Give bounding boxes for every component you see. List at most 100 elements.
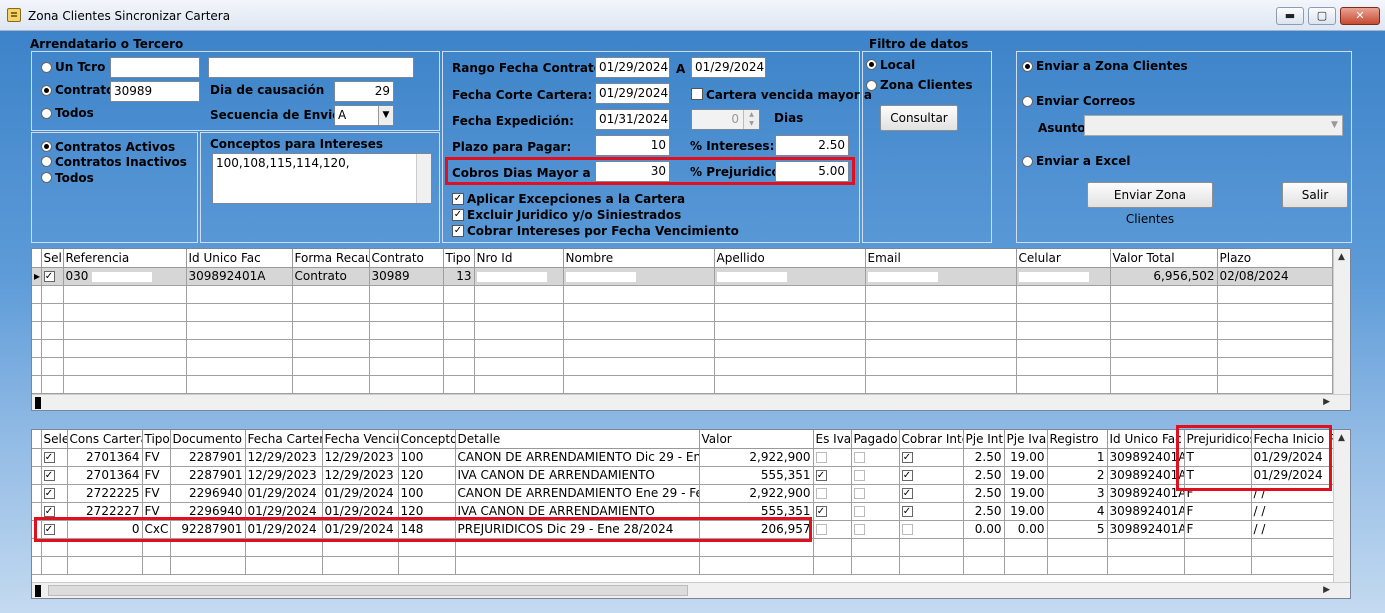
table-cell[interactable]: 555,351 (699, 466, 814, 485)
radio-contrato[interactable] (41, 85, 52, 96)
pag-checkbox[interactable] (853, 452, 865, 463)
table-cell[interactable]: 2296940 (170, 502, 246, 521)
table-cell[interactable]: ✓ (41, 484, 68, 503)
table-cell[interactable] (851, 466, 900, 485)
table-row[interactable] (32, 357, 1333, 376)
grid2-header[interactable]: Es Iva (813, 430, 852, 449)
prejuridico-input[interactable]: 5.00 (775, 161, 849, 182)
table-cell[interactable] (41, 339, 64, 358)
consultar-button[interactable]: Consultar (880, 105, 958, 131)
table-cell[interactable]: 2722225 (67, 484, 143, 503)
table-cell[interactable]: CANON DE ARRENDAMIENTO Dic 29 - Ene (455, 448, 700, 467)
table-cell[interactable] (369, 321, 444, 340)
table-cell[interactable] (292, 321, 370, 340)
radio-zona-clientes-filtro[interactable] (866, 80, 877, 91)
grid2-header[interactable]: Registro (1047, 430, 1108, 449)
table-cell[interactable]: 030 (63, 267, 187, 286)
table-cell[interactable]: 2.50 (963, 448, 1005, 467)
table-cell[interactable] (322, 556, 399, 575)
table-cell[interactable]: CxC (142, 520, 171, 539)
table-cell[interactable] (292, 285, 370, 304)
table-cell[interactable]: 0 (67, 520, 143, 539)
table-row[interactable] (32, 538, 1336, 557)
radio-contratos-activos[interactable] (41, 141, 52, 152)
close-button[interactable]: ✕ (1340, 7, 1380, 25)
table-row[interactable]: ✓ 2722227 FV 2296940 01/29/2024 01/29/2024 120… (32, 502, 1336, 521)
table-cell[interactable]: 30989 (369, 267, 444, 286)
table-cell[interactable]: IVA CANON DE ARRENDAMIENTO (455, 502, 700, 521)
table-cell[interactable]: 0.00 (963, 520, 1005, 539)
grid2-header[interactable]: Documento (170, 430, 246, 449)
table-cell[interactable]: ✓ (899, 484, 964, 503)
grid2-header[interactable]: Concepto (398, 430, 456, 449)
grid1-header[interactable]: Contrato (369, 249, 444, 268)
table-cell[interactable]: 01/29/2024 (1251, 466, 1336, 485)
table-cell[interactable] (851, 502, 900, 521)
table-cell[interactable] (1217, 303, 1333, 322)
table-cell[interactable] (474, 303, 564, 322)
fecha-hasta-input[interactable]: 01/29/2024 (691, 57, 766, 78)
table-cell[interactable] (865, 321, 1017, 340)
table-cell[interactable] (142, 556, 171, 575)
table-cell[interactable] (563, 303, 715, 322)
table-row[interactable] (32, 303, 1333, 322)
table-cell[interactable]: ✓ (41, 267, 64, 286)
table-cell[interactable]: 0.00 (1004, 520, 1048, 539)
table-cell[interactable]: 6,956,502 (1110, 267, 1218, 286)
scroll-up-icon[interactable]: ▲ (1338, 433, 1345, 443)
table-cell[interactable] (1004, 538, 1048, 557)
tercero-name-input[interactable] (208, 57, 414, 78)
esiva-checkbox[interactable] (815, 488, 827, 499)
pag-checkbox[interactable] (853, 470, 865, 481)
table-cell[interactable] (851, 448, 900, 467)
table-cell[interactable]: ✓ (41, 466, 68, 485)
table-cell[interactable] (63, 375, 187, 394)
table-cell[interactable]: 01/29/2024 (322, 520, 399, 539)
grid1-header[interactable]: Forma Recau (292, 249, 370, 268)
table-cell[interactable] (865, 357, 1017, 376)
grid2-header[interactable]: Cons Cartera (67, 430, 143, 449)
radio-contratos-inactivos[interactable] (41, 156, 52, 167)
table-cell[interactable] (245, 556, 323, 575)
table-cell[interactable] (474, 339, 564, 358)
table-cell[interactable]: 19.00 (1004, 484, 1048, 503)
esiva-checkbox[interactable] (815, 524, 827, 535)
table-cell[interactable] (699, 538, 814, 557)
table-cell[interactable]: 309892401A (1107, 520, 1185, 539)
table-cell[interactable] (292, 303, 370, 322)
table-cell[interactable] (41, 556, 68, 575)
table-cell[interactable]: 01/29/2024 (322, 484, 399, 503)
grid2-header[interactable]: Pagado (851, 430, 900, 449)
pag-checkbox[interactable] (853, 506, 865, 517)
table-cell[interactable]: 2 (1047, 466, 1108, 485)
table-cell[interactable] (1047, 538, 1108, 557)
cob-checkbox[interactable]: ✓ (901, 470, 913, 481)
table-cell[interactable] (369, 285, 444, 304)
table-cell[interactable]: 2,922,900 (699, 448, 814, 467)
table-cell[interactable] (292, 375, 370, 394)
grid2-header[interactable]: Valor (699, 430, 814, 449)
table-cell[interactable] (186, 285, 293, 304)
table-cell[interactable] (1016, 321, 1111, 340)
table-cell[interactable]: 4 (1047, 502, 1108, 521)
cob-checkbox[interactable] (901, 524, 913, 535)
table-cell[interactable] (563, 339, 715, 358)
radio-local[interactable] (866, 59, 877, 70)
table-cell[interactable] (186, 357, 293, 376)
table-cell[interactable]: 120 (398, 466, 456, 485)
chevron-down-icon[interactable]: ▼ (378, 106, 393, 125)
scroll-thumb[interactable] (48, 585, 688, 596)
secuencia-select[interactable]: A ▼ (334, 105, 394, 126)
row-select-checkbox[interactable]: ✓ (43, 452, 55, 463)
grid1-header[interactable]: Id Unico Fac (186, 249, 293, 268)
grid2-header[interactable]: Detalle (455, 430, 700, 449)
scroll-up-icon[interactable]: ▲ (1338, 252, 1345, 262)
table-cell[interactable]: 309892401A (1107, 484, 1185, 503)
table-cell[interactable]: 92287901 (170, 520, 246, 539)
table-cell[interactable]: ✓ (41, 520, 68, 539)
pag-checkbox[interactable] (853, 488, 865, 499)
table-cell[interactable]: CANON DE ARRENDAMIENTO Ene 29 - Feb (455, 484, 700, 503)
cobros-input[interactable]: 30 (595, 161, 670, 182)
table-row[interactable]: ▸ ✓ 030 309892401A Contrato 30989 13 6,956,502 0… (32, 267, 1333, 286)
table-cell[interactable] (1251, 538, 1336, 557)
